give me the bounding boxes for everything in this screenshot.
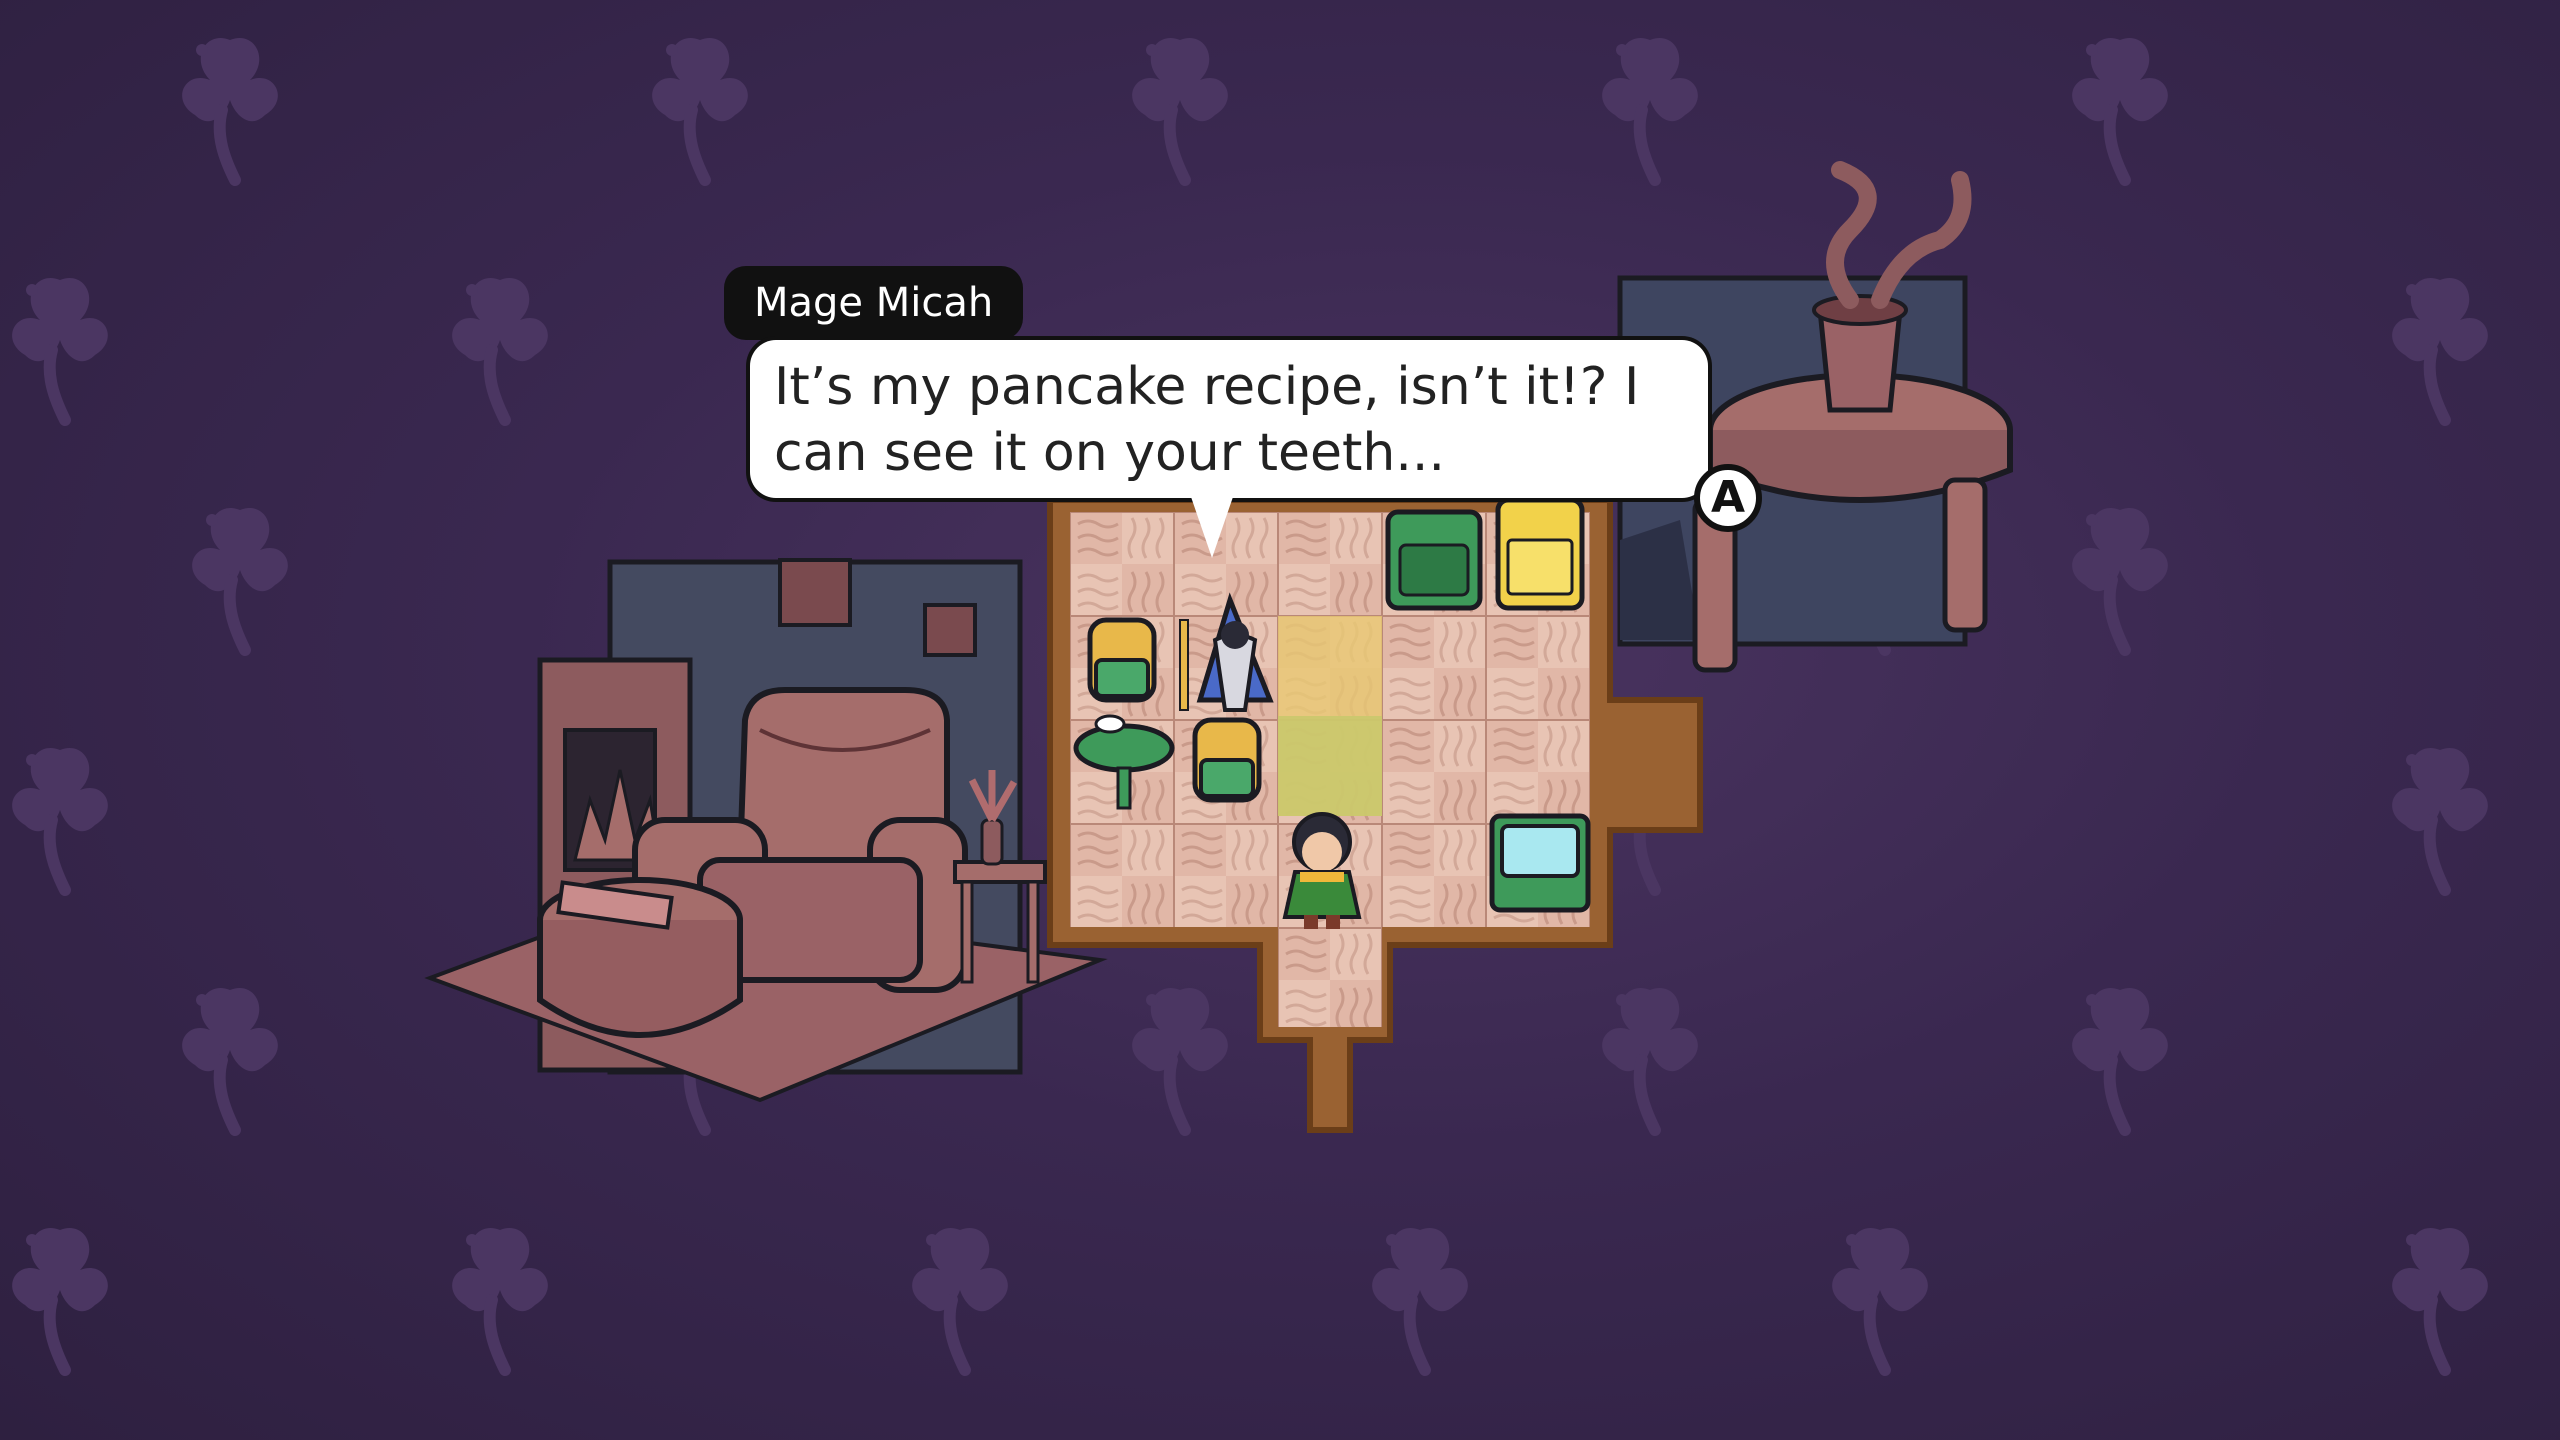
a-button-icon[interactable]: A (1694, 464, 1762, 532)
dialog-text: It’s my pancake recipe, isn’t it!? I can… (774, 357, 1640, 483)
game-scene (0, 0, 2560, 1440)
girl-hero-sprite[interactable] (1282, 812, 1362, 929)
dialog-bubble[interactable]: It’s my pancake recipe, isn’t it!? I can… (750, 340, 1708, 498)
living-room-decor (424, 558, 1108, 1103)
speaker-name-tag: Mage Micah (724, 266, 1024, 340)
bubble-tail (1190, 494, 1234, 558)
